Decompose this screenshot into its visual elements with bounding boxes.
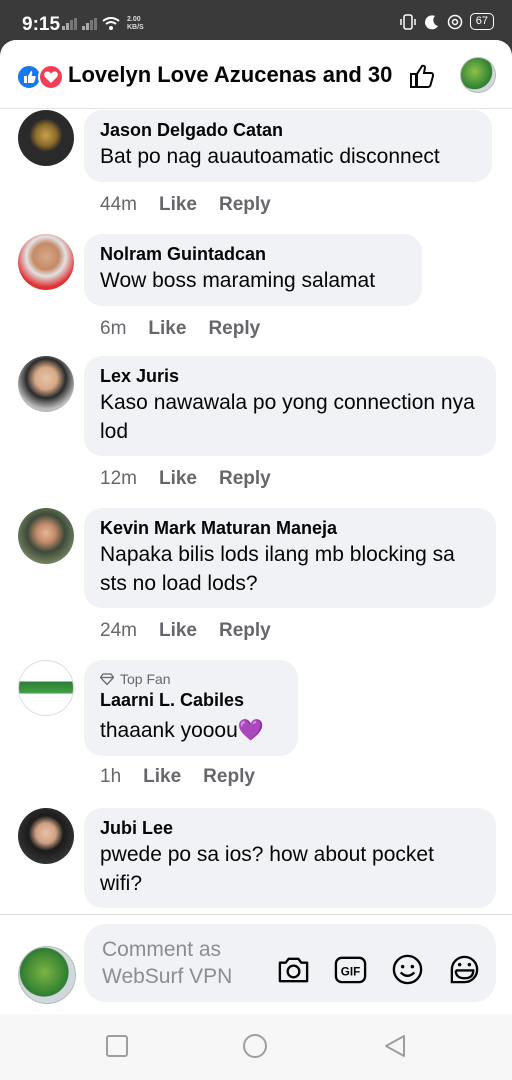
speed-unit: KB/S	[127, 24, 144, 31]
comment-time: 1h	[100, 766, 122, 787]
avatar[interactable]	[18, 234, 74, 290]
network-speed: 2.00 KB/S	[127, 16, 144, 32]
reply-action[interactable]: Reply	[203, 766, 255, 788]
status-right-icons: 67	[399, 13, 494, 30]
composer-avatar	[18, 946, 76, 1004]
status-time: 9:15	[22, 14, 61, 35]
like-action[interactable]: Like	[159, 468, 197, 490]
comment-bubble: Top Fan Laarni L. Cabiles thaaank yooou💜	[84, 660, 298, 756]
comment-time: 6m	[100, 318, 127, 339]
signal-icons	[62, 17, 120, 30]
top-fan-label: Top Fan	[120, 671, 171, 687]
battery-indicator: 67	[469, 13, 494, 30]
comment-actions: 12m Like Reply	[100, 468, 271, 490]
comment-input[interactable]: Comment as WebSurf VPN GIF	[84, 924, 496, 1002]
composer-actions: GIF	[276, 952, 482, 987]
like-action[interactable]: Like	[143, 766, 181, 788]
comment-actions: 44m Like Reply	[100, 194, 271, 216]
avatar[interactable]	[18, 808, 74, 864]
like-action[interactable]: Like	[148, 318, 186, 340]
android-nav-bar	[0, 1014, 512, 1080]
like-action[interactable]: Like	[159, 620, 197, 642]
comment-text: thaaank yooou💜	[100, 719, 264, 742]
comment-input-placeholder[interactable]: Comment as WebSurf VPN	[102, 936, 262, 990]
composer-divider	[0, 914, 512, 915]
comment-text: Wow boss maraming salamat	[100, 269, 376, 292]
reply-action[interactable]: Reply	[208, 318, 260, 340]
speed-value: 2.00	[127, 16, 141, 23]
comment-text: Bat po nag auautoamatic disconnect	[100, 145, 440, 168]
comment-time: 12m	[100, 468, 137, 489]
love-reaction-icon	[38, 64, 64, 90]
vibrate-icon	[400, 13, 416, 30]
wifi-icon	[102, 17, 120, 30]
avatar[interactable]	[18, 508, 74, 564]
comment-actions: 1h Like Reply	[100, 766, 255, 788]
reply-action[interactable]: Reply	[219, 620, 271, 642]
signal-icon	[62, 18, 77, 30]
thumbs-up-icon	[410, 64, 435, 88]
reactions-header[interactable]: Lovelyn Love Azucenas and 30 ...	[0, 40, 512, 109]
comment-bubble: Jason Delgado Catan Bat po nag auautoama…	[84, 110, 492, 182]
comment-author[interactable]: Nolram Guintadcan	[100, 242, 406, 266]
comment-bubble: Jubi Lee pwede po sa ios? how about pock…	[84, 808, 496, 908]
status-bar: 9:15 2.00 KB/S 67	[0, 0, 512, 40]
comment-author[interactable]: Laarni L. Cabiles	[100, 688, 282, 712]
avatar[interactable]	[18, 356, 74, 412]
comment-actions: 6m Like Reply	[100, 318, 260, 340]
comment-bubble: Kevin Mark Maturan Maneja Napaka bilis l…	[84, 508, 496, 608]
reactions-summary[interactable]: Lovelyn Love Azucenas and 30 ...	[68, 62, 398, 88]
avatar[interactable]	[18, 110, 74, 166]
camera-icon[interactable]	[276, 952, 311, 987]
comment-bubble: Nolram Guintadcan Wow boss maraming sala…	[84, 234, 422, 306]
comments-sheet: Lovelyn Love Azucenas and 30 ... Jason D…	[0, 40, 512, 1080]
reply-action[interactable]: Reply	[219, 468, 271, 490]
comment-text: Kaso nawawala po yong connection nya lod	[100, 391, 475, 443]
comment-time: 24m	[100, 620, 137, 641]
diamond-icon	[100, 673, 114, 685]
gif-icon[interactable]: GIF	[333, 952, 368, 987]
reply-action[interactable]: Reply	[219, 194, 271, 216]
signal-icon	[82, 18, 97, 30]
like-action[interactable]: Like	[159, 194, 197, 216]
comment-time: 44m	[100, 194, 137, 215]
back-triangle-icon[interactable]	[383, 1034, 407, 1058]
comment-author[interactable]: Kevin Mark Maturan Maneja	[100, 516, 480, 540]
comment-author[interactable]: Jason Delgado Catan	[100, 118, 476, 142]
svg-text:GIF: GIF	[341, 965, 360, 978]
comment-text: pwede po sa ios? how about pocket wifi?	[100, 843, 434, 895]
comment-author[interactable]: Jubi Lee	[100, 816, 480, 840]
page-avatar[interactable]	[460, 57, 496, 93]
at-icon	[447, 14, 462, 29]
comment-bubble: Lex Juris Kaso nawawala po yong connecti…	[84, 356, 496, 456]
emoji-icon[interactable]	[390, 952, 425, 987]
home-circle-icon[interactable]	[243, 1034, 267, 1058]
top-fan-badge: Top Fan	[100, 670, 282, 688]
comment-author[interactable]: Lex Juris	[100, 364, 480, 388]
comment-text: Napaka bilis lods ilang mb blocking sa s…	[100, 543, 455, 595]
moon-icon	[424, 14, 438, 29]
sticker-icon[interactable]	[447, 952, 482, 987]
avatar[interactable]	[18, 660, 74, 716]
comment-actions: 24m Like Reply	[100, 620, 271, 642]
recents-square-icon[interactable]	[105, 1034, 129, 1058]
like-button[interactable]	[407, 60, 439, 92]
